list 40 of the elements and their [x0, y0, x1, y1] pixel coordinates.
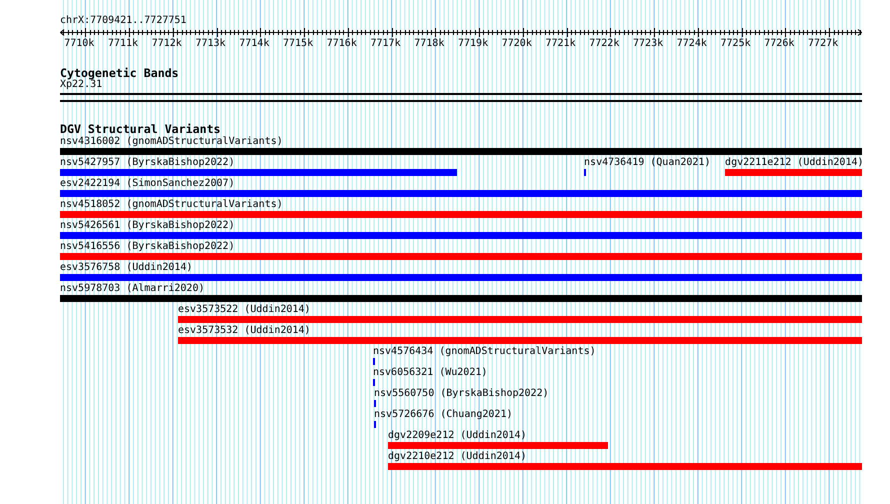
variant-label: nsv5426561 (ByrskaBishop2022) — [60, 220, 235, 231]
variant-label: nsv5726676 (Chuang2021) — [374, 409, 512, 420]
tick-label: 7717k — [370, 38, 401, 49]
region-label: chrX:7709421..7727751 — [60, 15, 188, 27]
tick-label: 7723k — [633, 38, 664, 49]
variant-label: esv3573532 (Uddin2014) — [178, 325, 310, 336]
tick-label: 7715k — [282, 38, 314, 49]
tick-label: 7725k — [720, 38, 751, 49]
variant-label: nsv5427957 (ByrskaBishop2022) — [60, 157, 235, 168]
track-title: DGV Structural Variants — [60, 123, 222, 135]
variant-label: esv2422194 (SimonSanchez2007) — [60, 178, 235, 189]
variant-label: nsv5416556 (ByrskaBishop2022) — [60, 241, 235, 252]
tick-label: 7711k — [108, 38, 138, 49]
track-title: Cytogenetic Bands — [60, 67, 180, 79]
variant-label: nsv5978703 (Almarri2020) — [60, 283, 204, 294]
tick-label: 7710k — [64, 38, 94, 49]
variant-label: nsv5560750 (ByrskaBishop2022) — [374, 388, 549, 399]
band-label: Xp22.31 — [60, 79, 102, 90]
tick-label: 7724k — [676, 38, 707, 49]
tick-label: 7714k — [239, 38, 270, 49]
variant-label: dgv2210e212 (Uddin2014) — [388, 451, 526, 462]
tick-label: 7721k — [546, 38, 576, 49]
tick-label: 7727k — [808, 38, 838, 49]
tick-label: 7713k — [195, 38, 226, 49]
tick-label: 7722k — [589, 38, 620, 49]
tick-label: 7720k — [502, 38, 532, 49]
variant-label: nsv4518052 (gnomADStructuralVariants) — [60, 199, 283, 210]
variant-label: dgv2211e212 (Uddin2014) — [725, 157, 864, 168]
variant-label: esv3573522 (Uddin2014) — [178, 304, 310, 315]
variant-label: esv3576758 (Uddin2014) — [60, 262, 192, 273]
tick-label: 7716k — [326, 38, 357, 49]
tick-label: 7718k — [414, 38, 444, 49]
variant-label: nsv4316002 (gnomADStructuralVariants) — [60, 136, 283, 147]
tick-label: 7719k — [458, 38, 488, 49]
variant-label: nsv4576434 (gnomADStructuralVariants) — [373, 346, 596, 357]
variant-label: nsv4736419 (Quan2021) — [584, 157, 710, 168]
tick-label: 7712k — [152, 38, 182, 49]
tick-label: 7726k — [764, 38, 794, 49]
variant-label: nsv6056321 (Wu2021) — [373, 367, 488, 378]
variant-label: dgv2209e212 (Uddin2014) — [388, 430, 526, 441]
